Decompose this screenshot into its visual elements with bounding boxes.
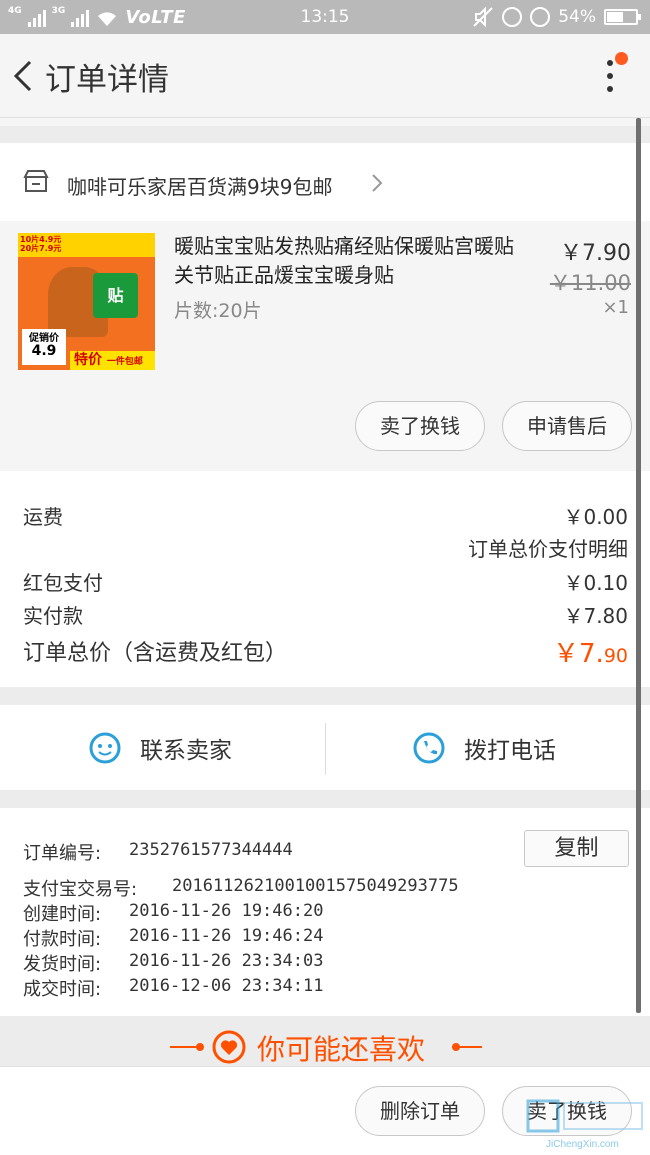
thumb-tie-label: 贴 — [93, 273, 138, 318]
more-menu-icon[interactable] — [600, 52, 628, 100]
product-spec: 片数:20片 — [174, 300, 262, 322]
shipped-value: 2016-11-26 23:34:03 — [129, 951, 324, 971]
battery-percent: 54% — [558, 7, 596, 27]
watermark-text: JiChengXin.com — [546, 1139, 619, 1150]
contact-divider — [325, 723, 326, 775]
recommend-header: 你可能还喜欢 — [0, 1018, 650, 1068]
alipay-label: 支付宝交易号: — [23, 879, 138, 900]
shop-icon — [23, 170, 49, 192]
call-phone-button[interactable]: 拨打电话 — [412, 705, 556, 790]
order-no-label: 订单编号: — [23, 843, 102, 864]
bottom-action-bar: 删除订单 卖了换钱 JiChengXin.com — [0, 1066, 650, 1155]
done-label: 成交时间: — [23, 979, 102, 1000]
product-quantity: ×1 — [602, 297, 629, 318]
order-info: 订单编号: 2352761577344444 复制 支付宝交易号: 201611… — [0, 808, 650, 1016]
product-title[interactable]: 暖贴宝宝贴发热贴痛经贴保暖贴宫暖贴关节贴正品煖宝宝暖身贴 — [174, 232, 529, 290]
heart-icon — [212, 1030, 246, 1064]
paid-time-label: 付款时间: — [23, 929, 102, 950]
status-bar: 4G 3G VoLTE 13:15 54% — [0, 0, 650, 34]
paid-value: ￥7.80 — [563, 604, 628, 628]
rec-line-right — [452, 1046, 482, 1048]
app-header: 订单详情 — [0, 34, 650, 118]
chevron-right-icon[interactable] — [371, 173, 383, 193]
mute-icon — [473, 6, 493, 28]
top-spacer — [0, 118, 650, 126]
copy-button[interactable]: 复制 — [524, 830, 629, 867]
shipping-value: ￥0.00 — [563, 505, 628, 529]
page-title: 订单详情 — [45, 62, 169, 98]
shipped-label: 发货时间: — [23, 954, 102, 975]
alipay-value: 2016112621001001575049293775 — [172, 876, 459, 896]
payment-detail-link[interactable]: 订单总价支付明细 — [468, 533, 628, 562]
back-arrow-icon[interactable] — [10, 56, 40, 96]
order-no-value: 2352761577344444 — [129, 840, 293, 860]
created-label: 创建时间: — [23, 904, 102, 925]
product-price: ￥7.90 — [560, 241, 631, 266]
notification-badge — [615, 52, 628, 65]
rec-dot-left — [196, 1043, 204, 1051]
shop-row[interactable]: 咖啡可乐家居百货满9块9包邮 — [0, 143, 650, 221]
status-right: 54% — [472, 6, 641, 28]
done-value: 2016-12-06 23:34:11 — [129, 976, 324, 996]
shipping-label: 运费 — [23, 505, 63, 529]
product-item[interactable]: 10片4.9元 20片7.9元 贴 促销价 4.9 特价 一件包邮 暖贴宝宝贴发热贴… — [0, 221, 650, 471]
rotation-lock-icon — [502, 7, 523, 27]
battery-icon — [604, 9, 641, 25]
delete-order-button[interactable]: 删除订单 — [355, 1086, 485, 1136]
thumb-text: 10片4.9元 20片7.9元 — [20, 235, 62, 253]
product-thumbnail[interactable]: 10片4.9元 20片7.9元 贴 促销价 4.9 特价 一件包邮 — [18, 233, 155, 370]
redpacket-label: 红包支付 — [23, 571, 103, 595]
total-value: ￥7.90 — [553, 639, 628, 669]
sell-for-cash-button[interactable]: 卖了换钱 — [355, 401, 485, 451]
paid-time-value: 2016-11-26 19:46:24 — [129, 926, 324, 946]
watermark-logo: JiChengXin.com — [526, 1099, 643, 1150]
total-label: 订单总价（含运费及红包） — [23, 641, 288, 666]
redpacket-value: ￥0.10 — [563, 571, 628, 595]
contact-bar: 联系卖家 拨打电话 — [0, 705, 650, 790]
contact-seller-label: 联系卖家 — [140, 737, 232, 764]
thumb-promo: 促销价 4.9 — [22, 329, 66, 365]
scrollbar[interactable] — [636, 118, 641, 1013]
after-sales-button[interactable]: 申请售后 — [502, 401, 632, 451]
contact-seller-button[interactable]: 联系卖家 — [88, 705, 232, 790]
thumb-special: 特价 一件包邮 — [70, 351, 155, 370]
call-phone-label: 拨打电话 — [464, 737, 556, 764]
paid-label: 实付款 — [23, 604, 83, 628]
price-summary: 运费 ￥0.00 订单总价支付明细 红包支付 ￥0.10 实付款 ￥7.80 订… — [0, 471, 650, 687]
shop-name[interactable]: 咖啡可乐家居百货满9块9包邮 — [67, 171, 332, 200]
product-original-price: ￥11.00 — [549, 271, 631, 295]
recommend-title: 你可能还喜欢 — [257, 1033, 426, 1066]
phone-icon — [413, 732, 445, 763]
chat-face-icon — [89, 732, 121, 763]
created-value: 2016-11-26 19:46:20 — [129, 901, 324, 921]
alarm-icon — [530, 7, 551, 27]
